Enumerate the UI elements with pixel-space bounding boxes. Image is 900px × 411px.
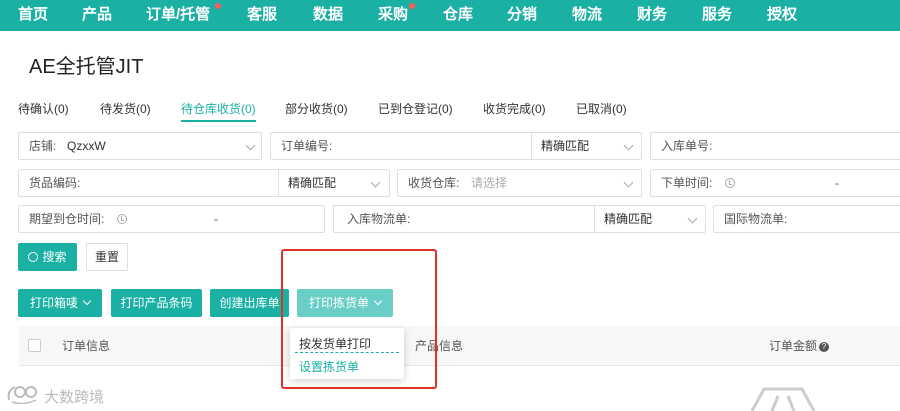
chevron-down-icon <box>687 213 698 224</box>
watermark-logo-icon <box>7 386 37 404</box>
nav-item-data[interactable]: 数据 <box>313 0 343 31</box>
match-mode-value: 精确匹配 <box>541 139 590 153</box>
intl-logistics-field[interactable]: 国际物流单: <box>713 205 900 233</box>
warehouse-select[interactable]: 收货仓库: 请选择 <box>397 169 642 197</box>
nav-badge-dot <box>215 3 221 9</box>
tab-pending-confirm[interactable]: 待确认(0) <box>18 100 69 117</box>
nav-item-authorization[interactable]: 授权 <box>767 0 797 31</box>
highlight-box <box>281 249 437 389</box>
print-barcode-button[interactable]: 打印产品条码 <box>111 289 202 317</box>
watermark-shape-icon <box>750 387 816 411</box>
inbound-logistics-field[interactable]: 入库物流单: 精确匹配 <box>333 205 706 233</box>
sku-match-select[interactable]: 精确匹配 <box>278 170 390 196</box>
sku-field[interactable]: 货品编码: 精确匹配 <box>18 169 390 197</box>
intl-logistics-label: 国际物流单: <box>724 212 788 226</box>
order-no-label: 订单编号: <box>281 139 333 153</box>
order-no-match-select[interactable]: 精确匹配 <box>531 133 642 159</box>
shop-value: QzxxW <box>67 139 106 153</box>
nav-item-purchase[interactable]: 采购 <box>378 0 408 31</box>
create-outbound-button[interactable]: 创建出库单 <box>210 289 289 317</box>
search-icon <box>28 252 39 262</box>
nav-item-services[interactable]: 服务 <box>702 0 732 31</box>
expected-time-range[interactable]: 期望到仓时间: - <box>18 205 325 233</box>
warehouse-label: 收货仓库: <box>408 176 460 190</box>
nav-badge-dot <box>409 3 415 9</box>
nav-item-home[interactable]: 首页 <box>18 0 48 31</box>
inbound-no-field[interactable]: 入库单号: <box>650 132 900 160</box>
tab-cancelled[interactable]: 已取消(0) <box>576 100 627 117</box>
search-button[interactable]: 搜索 <box>18 243 77 271</box>
inbound-no-label: 入库单号: <box>661 139 713 153</box>
nav-item-finance[interactable]: 财务 <box>637 0 667 31</box>
nav-item-warehouse[interactable]: 仓库 <box>443 0 473 31</box>
question-icon[interactable]: ? <box>819 342 830 352</box>
shop-select[interactable]: 店铺: QzxxW <box>18 132 262 160</box>
tab-partial-receipt[interactable]: 部分收货(0) <box>285 100 348 117</box>
print-label-button[interactable]: 打印箱唛 <box>18 289 102 317</box>
tab-arrival-registered[interactable]: 已到仓登记(0) <box>378 100 453 117</box>
reset-button[interactable]: 重置 <box>86 243 128 271</box>
active-tab-underline <box>181 120 256 122</box>
chevron-down-icon <box>82 296 92 306</box>
match-mode-value: 精确匹配 <box>604 212 653 226</box>
search-button-label: 搜索 <box>42 250 67 264</box>
nav-item-service[interactable]: 客服 <box>247 0 277 31</box>
nav-item-orders[interactable]: 订单/托管 <box>146 0 210 31</box>
sku-label: 货品编码: <box>29 176 81 190</box>
shop-label: 店铺: <box>29 139 57 153</box>
table-header: 订单信息 产品信息 订单金额? <box>18 326 900 366</box>
clock-icon <box>117 214 127 224</box>
clock-icon <box>725 178 735 188</box>
print-label-button-label: 打印箱唛 <box>29 296 78 310</box>
chevron-down-icon <box>623 140 634 151</box>
chevron-down-icon <box>245 140 256 151</box>
match-mode-value: 精确匹配 <box>288 176 337 190</box>
range-separator: - <box>214 212 218 226</box>
create-outbound-button-label: 创建出库单 <box>219 296 280 310</box>
tab-receipt-complete[interactable]: 收货完成(0) <box>483 100 546 117</box>
top-nav: 首页 产品 订单/托管 客服 数据 采购 仓库 分销 物流 财务 服务 授权 <box>0 0 900 31</box>
col-order-amount: 订单金额? <box>769 326 830 366</box>
chevron-down-icon <box>370 177 381 188</box>
order-no-field[interactable]: 订单编号: 精确匹配 <box>270 132 642 160</box>
tab-pending-receipt[interactable]: 待仓库收货(0) <box>181 100 256 117</box>
expected-time-label: 期望到仓时间: <box>29 212 105 226</box>
range-separator: - <box>835 176 839 190</box>
nav-item-distribution[interactable]: 分销 <box>507 0 537 31</box>
nav-item-products[interactable]: 产品 <box>82 0 112 31</box>
reset-button-label: 重置 <box>94 250 119 264</box>
col-order-amount-label: 订单金额 <box>769 339 818 353</box>
order-time-label: 下单时间: <box>661 176 713 190</box>
inbound-logistics-match-select[interactable]: 精确匹配 <box>594 206 706 232</box>
nav-item-logistics[interactable]: 物流 <box>572 0 602 31</box>
warehouse-placeholder: 请选择 <box>471 176 508 190</box>
watermark-text: 大数跨境 <box>44 389 105 406</box>
chevron-down-icon <box>623 177 634 188</box>
page-title: AE全托管JIT <box>29 56 144 78</box>
print-barcode-button-label: 打印产品条码 <box>120 296 193 310</box>
order-time-range[interactable]: 下单时间: - <box>650 169 900 197</box>
tab-pending-ship[interactable]: 待发货(0) <box>100 100 151 117</box>
select-all-checkbox[interactable] <box>28 339 41 352</box>
col-order-info: 订单信息 <box>62 339 111 353</box>
inbound-logistics-label: 入库物流单: <box>347 212 411 226</box>
